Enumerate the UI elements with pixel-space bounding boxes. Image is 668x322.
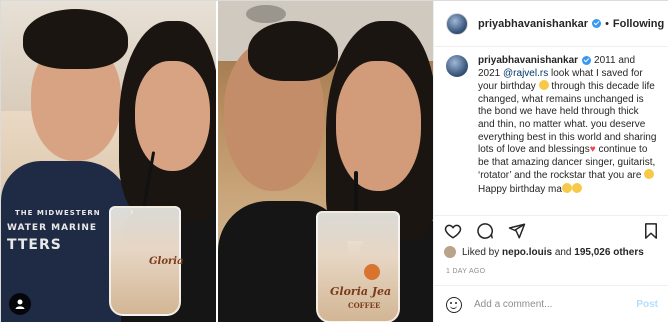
likes-prefix: Liked by: [462, 246, 500, 258]
action-bar: [434, 215, 668, 245]
share-icon: [508, 223, 526, 238]
likes-count[interactable]: 195,026 others: [574, 247, 644, 258]
woman-face-2021: [336, 61, 421, 191]
cup-label-left: Gloria: [149, 256, 184, 267]
photo-2011: THE MIDWESTERN WATER MARINE TTERS Gloria: [1, 1, 216, 322]
liker-username[interactable]: nepo.louis: [502, 247, 552, 258]
bookmark-icon: [645, 222, 657, 239]
shirt-text-1: THE MIDWESTERN: [15, 209, 101, 217]
shirt-text-2: WATER MARINE: [7, 223, 98, 233]
post-header: priyabhavanishankar • Following: [434, 1, 668, 47]
ceiling-vent: [246, 5, 286, 23]
caption-verified-badge-icon: [582, 55, 592, 65]
instagram-post: THE MIDWESTERN WATER MARINE TTERS Gloria: [0, 0, 668, 322]
shirt-text-3: TTERS: [7, 237, 62, 253]
emoji-picker-icon[interactable]: [446, 296, 462, 313]
man-hair-2021: [248, 21, 338, 81]
verified-badge-icon: [592, 19, 602, 28]
comment-button[interactable]: [476, 222, 494, 240]
share-button[interactable]: [508, 222, 526, 240]
following-button[interactable]: Following: [613, 18, 664, 30]
heart-icon: [444, 224, 462, 239]
liker-avatar[interactable]: [444, 246, 456, 258]
grinning-emoji-icon-2: [644, 169, 655, 180]
post-date[interactable]: 1 DAY AGO: [446, 268, 485, 275]
add-comment-bar: Post: [434, 285, 668, 322]
comments-section: priyabhavanishankar 2011 and 2021 @rajvel…: [434, 47, 668, 213]
author-username[interactable]: priyabhavanishankar: [478, 18, 588, 30]
post-image[interactable]: THE MIDWESTERN WATER MARINE TTERS Gloria: [1, 1, 433, 322]
comment-icon: [477, 222, 493, 239]
likes-summary: Liked by nepo.louis and 195,026 others: [444, 246, 664, 258]
caption-username[interactable]: priyabhavanishankar: [478, 55, 578, 66]
caption-text: priyabhavanishankar 2011 and 2021 @rajvel…: [478, 55, 658, 197]
blush-emoji-icon-2: [571, 182, 582, 193]
user-tag-icon[interactable]: [9, 293, 31, 315]
blush-emoji-icon: [561, 182, 572, 193]
cup-label-right-sub: COFFEE: [348, 301, 381, 310]
save-button[interactable]: [642, 222, 660, 240]
separator-dot: •: [605, 17, 609, 30]
caption-avatar[interactable]: [446, 55, 468, 77]
likes-and: and: [554, 246, 572, 258]
post-comment-button[interactable]: Post: [636, 299, 658, 310]
author-avatar[interactable]: [446, 12, 468, 35]
cup-label-right: Gloria Jea: [330, 285, 392, 298]
heart-emoji-icon: ♥: [589, 144, 596, 156]
caption-mention[interactable]: @rajvel.rs: [503, 68, 548, 79]
woman-face: [135, 61, 210, 171]
caption-text-5: Happy birthday ma: [478, 183, 562, 195]
comment-input[interactable]: [474, 299, 624, 310]
like-button[interactable]: [444, 222, 462, 240]
photo-2021: Gloria Jea COFFEE: [218, 1, 433, 322]
caption: priyabhavanishankar 2011 and 2021 @rajvel…: [446, 55, 658, 197]
man-hair: [23, 9, 128, 69]
post-sidebar: priyabhavanishankar • Following priyabha…: [433, 1, 668, 322]
grinning-emoji-icon: [538, 80, 549, 91]
gloria-jeans-logo: [364, 264, 380, 280]
